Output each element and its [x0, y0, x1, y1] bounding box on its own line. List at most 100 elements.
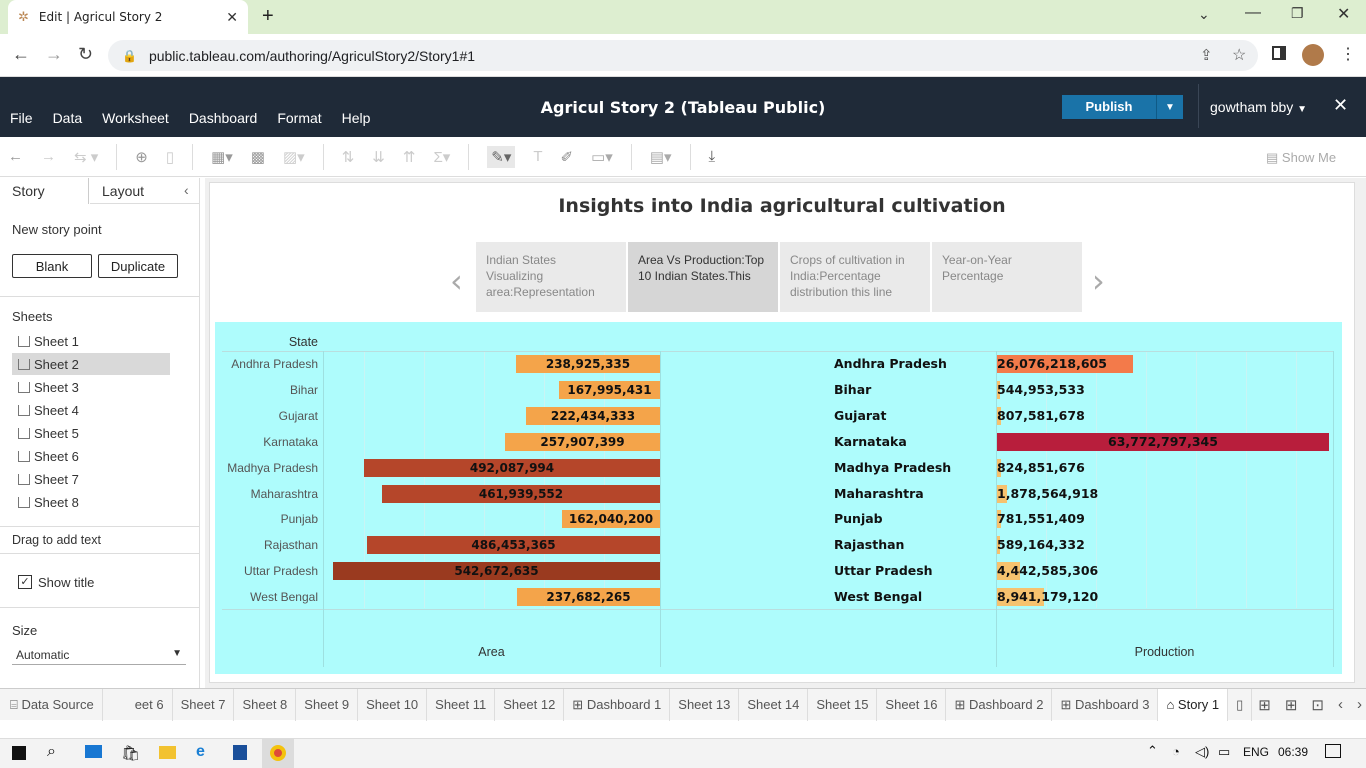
- undo-icon[interactable]: ←: [8, 148, 23, 165]
- browser-menu-icon[interactable]: ⋮: [1340, 44, 1356, 64]
- tab-sheet-13[interactable]: Sheet 13: [670, 688, 740, 721]
- story-point-4[interactable]: Year-on-Year Percentage: [932, 242, 1082, 312]
- new-worksheet-tab-icon[interactable]: ⊞: [1258, 696, 1271, 714]
- notifications-icon[interactable]: [1325, 744, 1341, 758]
- window-close-icon[interactable]: ✕: [1337, 4, 1350, 24]
- new-datasource-icon[interactable]: ⊕: [135, 148, 148, 166]
- tab-dashboard-1[interactable]: ⊞ Dashboard 1: [564, 688, 671, 721]
- tab-story-partial[interactable]: ▯: [1228, 688, 1253, 721]
- share-icon[interactable]: ⇪: [1200, 46, 1213, 64]
- file-explorer-icon[interactable]: [159, 746, 176, 759]
- sheet-item-8[interactable]: Sheet 8: [18, 492, 79, 512]
- area-bar[interactable]: 542,672,635: [333, 562, 660, 580]
- clear-sheet-icon[interactable]: ▨▾: [283, 148, 305, 166]
- new-dashboard-tab-icon[interactable]: ⊞: [1285, 696, 1298, 714]
- tab-sheet-10[interactable]: Sheet 10: [358, 688, 428, 721]
- area-bar[interactable]: 492,087,994: [364, 459, 660, 477]
- fit-icon[interactable]: ▭▾: [591, 148, 613, 166]
- replay-icon[interactable]: ⇆ ▾: [74, 148, 98, 166]
- sheet-item-6[interactable]: Sheet 6: [18, 446, 79, 466]
- show-hidden-icons[interactable]: ⌃: [1147, 743, 1158, 759]
- new-story-tab-icon[interactable]: ⊡: [1311, 696, 1324, 714]
- tab-search-icon[interactable]: ⌄: [1198, 6, 1210, 23]
- user-menu[interactable]: gowtham bby ▼: [1210, 99, 1307, 115]
- sort-desc-icon[interactable]: ⇈: [403, 148, 416, 166]
- tab-layout[interactable]: Layout: [102, 183, 144, 199]
- profile-avatar[interactable]: [1302, 44, 1324, 66]
- tab-sheet-14[interactable]: Sheet 14: [739, 688, 809, 721]
- story-point-3[interactable]: Crops of cultivation in India:Percentage…: [780, 242, 930, 312]
- publish-button[interactable]: Publish ▼: [1062, 95, 1183, 119]
- store-icon[interactable]: 🛍: [121, 744, 140, 762]
- area-bar[interactable]: 162,040,200: [562, 510, 660, 528]
- reload-icon[interactable]: ↻: [78, 44, 93, 65]
- redo-icon[interactable]: →: [41, 148, 56, 165]
- swap-icon[interactable]: ⇅: [342, 148, 355, 166]
- tab-sheet-16[interactable]: Sheet 16: [877, 688, 947, 721]
- download-icon[interactable]: ⤓: [709, 148, 716, 165]
- back-icon[interactable]: ←: [12, 44, 30, 65]
- clock[interactable]: 06:39: [1278, 745, 1308, 759]
- show-title-checkbox[interactable]: ✓: [18, 575, 32, 589]
- highlight-icon[interactable]: ✎▾: [487, 145, 516, 168]
- minimize-icon[interactable]: —: [1245, 4, 1261, 22]
- close-editor-icon[interactable]: ✕: [1333, 95, 1348, 116]
- tab-sheet-9[interactable]: Sheet 9: [296, 688, 359, 721]
- chrome-icon[interactable]: [262, 738, 294, 768]
- bookmark-star-icon[interactable]: ☆: [1232, 45, 1246, 65]
- totals-icon[interactable]: Σ▾: [433, 148, 450, 166]
- tab-dashboard-2[interactable]: ⊞ Dashboard 2: [946, 688, 1053, 721]
- tab-sheet-15[interactable]: Sheet 15: [808, 688, 878, 721]
- story-point-1[interactable]: Indian States Visualizing area:Represent…: [476, 242, 626, 312]
- pause-updates-icon[interactable]: ▯: [166, 148, 174, 166]
- tab-sheet-8[interactable]: Sheet 8: [234, 688, 297, 721]
- maximize-icon[interactable]: ❐: [1291, 5, 1304, 22]
- scroll-right-icon[interactable]: ›: [1357, 696, 1362, 713]
- close-tab-icon[interactable]: ✕: [226, 9, 238, 26]
- duplicate-sheet-icon[interactable]: ▩: [251, 148, 265, 166]
- edge-icon[interactable]: e: [196, 743, 205, 761]
- prev-story-point-icon[interactable]: ‹: [450, 262, 463, 300]
- tab-sheet-11[interactable]: Sheet 11: [427, 688, 496, 721]
- new-worksheet-icon[interactable]: ▦▾: [211, 148, 233, 166]
- tab-data-source[interactable]: ⌸ Data Source: [0, 688, 103, 721]
- tab-story[interactable]: Story: [12, 183, 45, 199]
- new-tab-icon[interactable]: +: [262, 5, 274, 28]
- duplicate-button[interactable]: Duplicate: [98, 254, 178, 278]
- area-bar[interactable]: 486,453,365: [367, 536, 660, 554]
- tab-sheet-6[interactable]: eet 6: [127, 688, 173, 721]
- battery-icon[interactable]: ▭: [1218, 744, 1230, 760]
- browser-tab[interactable]: ✲ Edit | Agricul Story 2 ✕: [8, 0, 248, 34]
- tab-sheet-7[interactable]: Sheet 7: [173, 688, 235, 721]
- story-point-2[interactable]: Area Vs Production:Top 10 Indian States.…: [628, 242, 778, 312]
- sheet-item-1[interactable]: Sheet 1: [18, 331, 79, 351]
- sheet-item-3[interactable]: Sheet 3: [18, 377, 79, 397]
- tab-story-1[interactable]: ⌂ Story 1: [1158, 688, 1229, 721]
- tab-sheet-12[interactable]: Sheet 12: [495, 688, 565, 721]
- forward-icon[interactable]: →: [45, 44, 63, 65]
- area-bar[interactable]: 257,907,399: [505, 433, 660, 451]
- network-icon[interactable]: ◔: [1172, 744, 1180, 759]
- presentation-icon[interactable]: ▤▾: [650, 148, 672, 166]
- area-bar[interactable]: 238,925,335: [516, 355, 660, 373]
- tab-dashboard-3[interactable]: ⊞ Dashboard 3: [1052, 688, 1159, 721]
- notepad-icon[interactable]: [233, 745, 247, 760]
- area-bar[interactable]: 167,995,431: [559, 381, 660, 399]
- size-select[interactable]: Automatic ▼: [12, 645, 186, 665]
- mail-icon[interactable]: [85, 745, 102, 758]
- taskbar-search-icon[interactable]: ⌕: [47, 743, 56, 761]
- sheet-item-4[interactable]: Sheet 4: [18, 400, 79, 420]
- address-bar[interactable]: 🔒 public.tableau.com/authoring/AgriculSt…: [108, 40, 1258, 71]
- area-bar[interactable]: 222,434,333: [526, 407, 660, 425]
- text-label-icon[interactable]: T: [533, 148, 542, 165]
- format-icon[interactable]: ✐: [561, 148, 574, 166]
- sort-asc-icon[interactable]: ⇊: [372, 148, 385, 166]
- collapse-panel-icon[interactable]: ‹: [184, 182, 189, 198]
- blank-button[interactable]: Blank: [12, 254, 92, 278]
- sheet-item-2[interactable]: Sheet 2: [18, 354, 79, 374]
- sidebar-icon[interactable]: [1272, 46, 1286, 60]
- language-indicator[interactable]: ENG: [1243, 745, 1269, 759]
- next-story-point-icon[interactable]: ›: [1092, 262, 1105, 300]
- area-bar[interactable]: 461,939,552: [382, 485, 660, 503]
- area-bar[interactable]: 237,682,265: [517, 588, 660, 606]
